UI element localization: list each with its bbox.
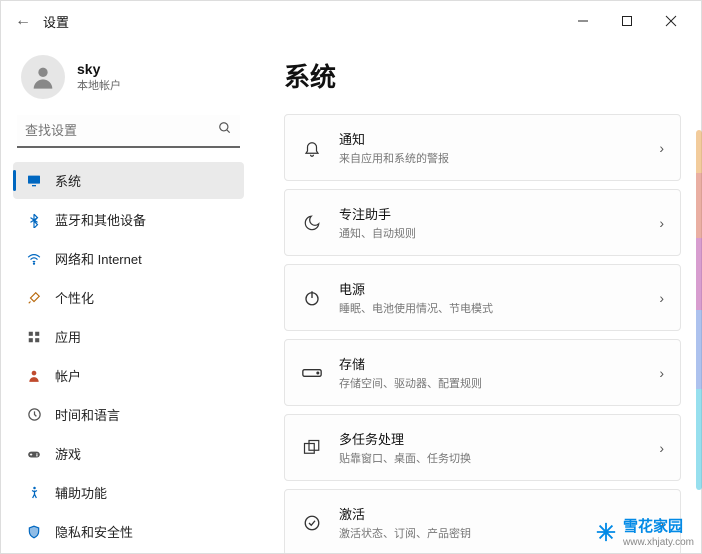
card-description: 通知、自动规则 [339,225,643,241]
card-description: 贴靠窗口、桌面、任务切换 [339,450,643,466]
shield-icon [25,523,43,541]
main-panel: 系统 通知来自应用和系统的警报›专注助手通知、自动规则›电源睡眠、电池使用情况、… [256,41,701,553]
power-icon [301,287,323,309]
snowflake-icon [595,521,617,543]
storage-icon [301,362,323,384]
sidebar-item-privacy[interactable]: 隐私和安全性 [13,513,244,549]
check-icon [301,512,323,534]
card-focus[interactable]: 专注助手通知、自动规则 › [284,189,681,256]
sidebar-item-personal[interactable]: 个性化 [13,279,244,316]
card-description: 来自应用和系统的警报 [339,150,643,166]
clock-icon [25,406,43,424]
card-title: 多任务处理 [339,429,643,448]
chevron-right-icon: › [659,215,664,231]
sidebar-item-label: 应用 [55,327,81,346]
minimize-button[interactable] [561,6,605,36]
watermark-url: www.xhjaty.com [623,537,694,548]
card-title: 通知 [339,129,643,148]
sidebar-item-bluetooth[interactable]: 蓝牙和其他设备 [13,201,244,238]
window-title: 设置 [43,12,69,31]
game-icon [25,445,43,463]
sidebar-item-label: 时间和语言 [55,405,120,424]
card-multitask[interactable]: 多任务处理贴靠窗口、桌面、任务切换 › [284,414,681,481]
sidebar-item-label: 个性化 [55,288,94,307]
sidebar-item-label: 隐私和安全性 [55,522,133,541]
brush-icon [25,289,43,307]
profile-block[interactable]: sky 本地帐户 [13,49,244,115]
bell-icon [301,137,323,159]
sidebar-item-access[interactable]: 辅助功能 [13,474,244,511]
bluetooth-icon [25,211,43,229]
display-icon [25,172,43,190]
card-notifications[interactable]: 通知来自应用和系统的警报 › [284,114,681,181]
sidebar-item-label: 帐户 [55,366,81,385]
sidebar-item-system[interactable]: 系统 [13,162,244,199]
maximize-button[interactable] [605,6,649,36]
sidebar: sky 本地帐户 系统蓝牙和其他设备网络和 Internet 个性化应用帐户时间和… [1,41,256,553]
sidebar-item-apps[interactable]: 应用 [13,318,244,355]
watermark: 雪花家园 www.xhjaty.com [595,515,694,548]
sidebar-item-label: 网络和 Internet [55,249,142,268]
wifi-icon [25,250,43,268]
back-button[interactable]: ← [9,7,37,35]
avatar-icon [21,55,65,99]
watermark-name: 雪花家园 [623,515,694,536]
search-input[interactable] [25,123,218,138]
search-box[interactable] [17,115,240,148]
card-title: 专注助手 [339,204,643,223]
sidebar-item-label: 游戏 [55,444,81,463]
card-title: 存储 [339,354,643,373]
sidebar-item-label: 系统 [55,171,81,190]
multitask-icon [301,437,323,459]
apps-icon [25,328,43,346]
sidebar-item-gaming[interactable]: 游戏 [13,435,244,472]
sidebar-item-label: 蓝牙和其他设备 [55,210,146,229]
close-button[interactable] [649,6,693,36]
page-heading: 系统 [284,57,681,94]
sidebar-item-accounts[interactable]: 帐户 [13,357,244,394]
sidebar-item-label: 辅助功能 [55,483,107,502]
person-icon [25,367,43,385]
profile-subtitle: 本地帐户 [77,77,121,93]
decorative-stripe [696,130,702,490]
titlebar: ← 设置 [1,1,701,41]
nav-list: 系统蓝牙和其他设备网络和 Internet 个性化应用帐户时间和语言游戏辅助功能隐… [13,160,244,549]
chevron-right-icon: › [659,365,664,381]
settings-window: ← 设置 sky 本地帐户 系统蓝牙和其他设备 [0,0,702,554]
moon-icon [301,212,323,234]
card-description: 睡眠、电池使用情况、节电模式 [339,300,643,316]
card-title: 电源 [339,279,643,298]
sidebar-item-time[interactable]: 时间和语言 [13,396,244,433]
chevron-right-icon: › [659,140,664,156]
chevron-right-icon: › [659,440,664,456]
search-icon [218,121,232,140]
profile-name: sky [77,61,121,77]
access-icon [25,484,43,502]
card-power[interactable]: 电源睡眠、电池使用情况、节电模式 › [284,264,681,331]
card-storage[interactable]: 存储存储空间、驱动器、配置规则 › [284,339,681,406]
card-description: 存储空间、驱动器、配置规则 [339,375,643,391]
sidebar-item-network[interactable]: 网络和 Internet [13,240,244,277]
chevron-right-icon: › [659,290,664,306]
